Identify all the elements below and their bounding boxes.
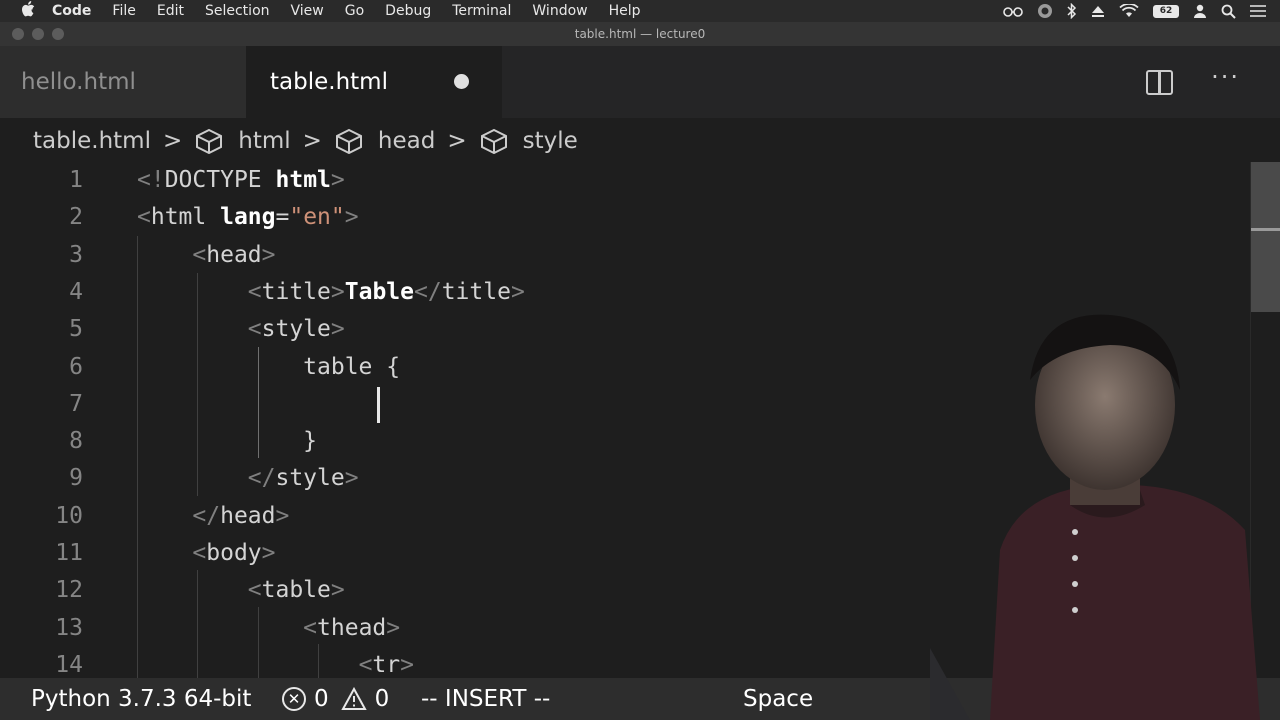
line-number: 4 [69, 278, 83, 305]
menu-terminal[interactable]: Terminal [452, 3, 511, 19]
line-number: 14 [55, 651, 83, 678]
scrollbar-thumb[interactable] [1251, 162, 1280, 312]
presenter-video [930, 314, 1260, 720]
line-number: 9 [69, 465, 83, 492]
scrollbar-cursor-marker [1251, 228, 1280, 231]
line-number: 6 [69, 353, 83, 380]
menu-help[interactable]: Help [609, 3, 641, 19]
menubar-status-area: 62 [1003, 0, 1266, 22]
menu-file[interactable]: File [112, 3, 135, 19]
python-interpreter[interactable]: Python 3.7.3 64-bit [31, 678, 251, 720]
menu-go[interactable]: Go [345, 3, 364, 19]
line-number: 12 [55, 577, 83, 604]
cube-icon [194, 128, 224, 154]
cube-icon [479, 128, 509, 154]
vim-mode: -- INSERT -- [421, 686, 551, 712]
code-text: <tr> [358, 651, 414, 678]
breadcrumb: table.html > html > head > style [33, 122, 578, 160]
code-text: <!DOCTYPE html> [137, 167, 345, 193]
code-line[interactable]: 1 <!DOCTYPE html> [0, 162, 1250, 199]
line-number: 8 [69, 428, 83, 455]
unsaved-dot-icon[interactable] [454, 74, 469, 89]
code-text: <table> [247, 577, 345, 604]
split-editor-icon[interactable] [1146, 69, 1174, 95]
breadcrumb-style[interactable]: style [523, 128, 578, 154]
code-line[interactable]: 3 <head> [0, 237, 1250, 274]
code-text: <head> [192, 241, 276, 268]
glasses-icon[interactable] [1003, 5, 1023, 17]
list-icon[interactable] [1250, 5, 1266, 17]
line-number: 3 [69, 241, 83, 268]
macos-menubar: Code File Edit Selection View Go Debug T… [0, 0, 1280, 22]
code-text: </style> [247, 465, 359, 492]
chevron-right-icon: > [447, 128, 467, 154]
warning-count: 0 [374, 686, 390, 712]
window-titlebar: table.html — lecture0 [0, 22, 1280, 46]
eject-icon[interactable] [1091, 4, 1105, 18]
code-text: <style> [247, 316, 345, 343]
indentation-setting[interactable]: Space [743, 678, 813, 720]
tab-table-html[interactable]: table.html [246, 46, 502, 118]
menu-view[interactable]: View [291, 3, 324, 19]
error-icon: ✕ [282, 687, 306, 711]
line-number: 2 [69, 204, 83, 231]
menu-code[interactable]: Code [52, 3, 91, 19]
minimize-window-button[interactable] [32, 28, 44, 40]
window-title: table.html — lecture0 [574, 27, 706, 41]
text-cursor [377, 387, 380, 423]
cube-icon [334, 128, 364, 154]
code-text: <thead> [303, 614, 401, 641]
battery-icon[interactable]: 62 [1153, 4, 1179, 18]
code-text: table { [137, 353, 401, 380]
warning-icon [340, 687, 367, 711]
breadcrumb-html[interactable]: html [238, 128, 290, 154]
code-text: </head> [192, 502, 290, 529]
code-line[interactable]: 2 <html lang="en"> [0, 199, 1250, 236]
line-number: 1 [69, 167, 83, 193]
menu-selection[interactable]: Selection [205, 3, 270, 19]
code-text: <html lang="en"> [137, 204, 359, 231]
problems-indicator[interactable]: ✕ 0 0 [282, 678, 389, 720]
circle-icon[interactable] [1037, 3, 1053, 19]
apple-icon[interactable] [20, 1, 36, 21]
window-controls [12, 28, 64, 40]
line-number: 11 [55, 540, 83, 566]
user-icon[interactable] [1193, 4, 1207, 18]
menu-debug[interactable]: Debug [385, 3, 431, 19]
tab-label: hello.html [21, 69, 136, 95]
line-number: 10 [55, 502, 83, 529]
more-actions-icon[interactable]: ··· [1211, 65, 1240, 89]
editor-tab-bar: hello.html table.html ··· [0, 46, 1280, 118]
breadcrumb-file[interactable]: table.html [33, 128, 151, 154]
close-window-button[interactable] [12, 28, 24, 40]
chevron-right-icon: > [162, 128, 183, 154]
code-text: } [137, 428, 318, 455]
line-number: 5 [69, 316, 83, 343]
wifi-icon[interactable] [1119, 4, 1139, 18]
chevron-right-icon: > [302, 128, 322, 154]
error-count: 0 [314, 686, 329, 712]
menu-window[interactable]: Window [532, 3, 587, 19]
code-text: <body> [192, 540, 276, 566]
search-icon[interactable] [1221, 4, 1236, 19]
line-number: 7 [69, 390, 83, 417]
line-number: 13 [55, 614, 83, 641]
code-text: <title>Table</title> [247, 278, 525, 305]
menu-edit[interactable]: Edit [157, 3, 184, 19]
editor-actions: ··· [1146, 46, 1240, 118]
maximize-window-button[interactable] [52, 28, 64, 40]
tab-label: table.html [270, 69, 388, 95]
tab-hello-html[interactable]: hello.html [0, 46, 246, 118]
bluetooth-icon[interactable] [1067, 3, 1077, 19]
breadcrumb-head[interactable]: head [378, 128, 435, 154]
